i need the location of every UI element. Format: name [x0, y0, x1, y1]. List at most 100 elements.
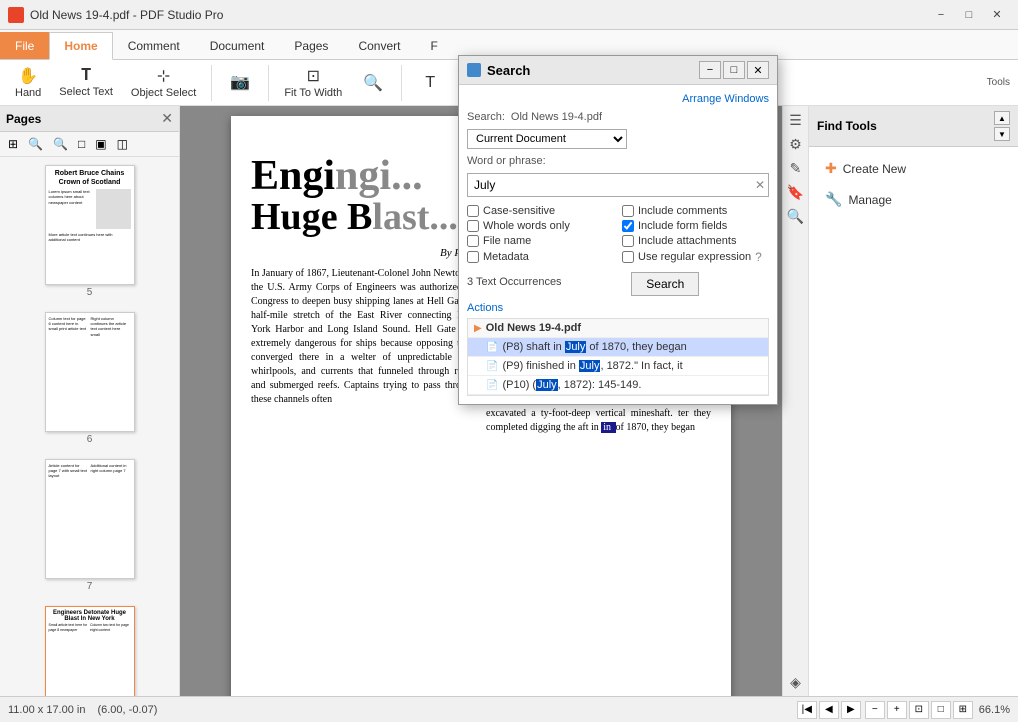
tab-comment[interactable]: Comment: [113, 32, 195, 59]
include-form-fields-check[interactable]: [622, 220, 634, 232]
page-thumbnail-5: Robert Bruce Chains Crown of Scotland Lo…: [45, 165, 135, 285]
file-name-check[interactable]: [467, 235, 479, 247]
maximize-button[interactable]: □: [956, 6, 982, 24]
zoom-fit-button[interactable]: ⊡: [909, 701, 929, 719]
include-comments-check[interactable]: [622, 205, 634, 217]
dialog-minimize[interactable]: −: [699, 61, 721, 79]
option-metadata: Metadata: [467, 250, 614, 264]
result-item-1-text: (P8) shaft in July of 1870, they began: [502, 341, 686, 353]
cursor-coordinates: (6.00, -0.07): [97, 704, 157, 716]
text-icon: T: [425, 74, 435, 92]
regex-check[interactable]: [622, 251, 634, 263]
search-label: Search:: [467, 111, 505, 123]
prev-page-button[interactable]: ◀: [819, 701, 839, 719]
pages-tool-6[interactable]: ◫: [113, 135, 132, 153]
manage-button[interactable]: 🔧 Manage: [817, 186, 1010, 213]
result-group-header[interactable]: ▶ Old News 19-4.pdf: [468, 319, 768, 338]
result-item-2[interactable]: 📄 (P9) finished in July, 1872." In fact,…: [468, 357, 768, 376]
dialog-win-controls: − □ ✕: [699, 61, 769, 79]
right-tool-2[interactable]: ⚙: [786, 134, 806, 154]
result-highlight-2: July: [579, 360, 601, 372]
scope-select[interactable]: Current Document: [467, 129, 627, 149]
status-left: 11.00 x 17.00 in (6.00, -0.07): [8, 704, 157, 716]
zoom-actual-button[interactable]: □: [931, 701, 951, 719]
create-new-button[interactable]: ✚ Create New: [817, 155, 1010, 182]
metadata-check[interactable]: [467, 251, 479, 263]
text-button[interactable]: T: [410, 70, 450, 96]
tab-pages[interactable]: Pages: [279, 32, 343, 59]
pages-tool-3[interactable]: 🔍: [49, 135, 72, 153]
actions-link[interactable]: Actions: [467, 302, 503, 314]
zoom-fit-page-button[interactable]: ⊞: [953, 701, 973, 719]
find-tools-title: Find Tools: [817, 119, 877, 133]
create-new-label: Create New: [843, 162, 906, 176]
pdf-left-col: In January of 1867, Lieutenant-Colonel J…: [251, 267, 476, 435]
close-button[interactable]: ✕: [984, 6, 1010, 24]
status-right: |◀ ◀ ▶ − + ⊡ □ ⊞ 66.1%: [797, 701, 1010, 719]
result-group-label: Old News 19-4.pdf: [486, 322, 581, 334]
search-actions-row: 3 Text Occurrences Search: [467, 272, 769, 296]
tab-document[interactable]: Document: [195, 32, 280, 59]
page-thumb-6[interactable]: Column text for page 6 content here in s…: [4, 308, 175, 449]
find-tools-panel: Find Tools ▲ ▼ ✚ Create New 🔧 Manage: [808, 106, 1018, 696]
find-tools-header: Find Tools ▲ ▼: [809, 106, 1018, 147]
pages-list: Robert Bruce Chains Crown of Scotland Lo…: [0, 157, 179, 696]
dialog-close[interactable]: ✕: [747, 61, 769, 79]
scroll-up-button[interactable]: ▲: [994, 111, 1010, 125]
pages-panel: Pages ✕ ⊞ 🔍 🔍 □ ▣ ◫ Robert Bruce Chains …: [0, 106, 180, 696]
fit-to-width-button[interactable]: ⊡ Fit To Width: [277, 62, 349, 103]
arrange-windows-link[interactable]: Arrange Windows: [467, 93, 769, 105]
pages-tool-5[interactable]: ▣: [91, 135, 110, 153]
page-thumb-5[interactable]: Robert Bruce Chains Crown of Scotland Lo…: [4, 161, 175, 302]
page-num-7: 7: [87, 581, 93, 592]
option-include-attachments: Include attachments: [622, 235, 769, 247]
tab-home[interactable]: Home: [49, 32, 112, 60]
zoom-level: 66.1%: [979, 704, 1010, 716]
page-thumb-7[interactable]: Article content for page 7 with small te…: [4, 455, 175, 596]
first-page-button[interactable]: |◀: [797, 701, 817, 719]
tab-convert[interactable]: Convert: [343, 32, 415, 59]
page-navigation: |◀ ◀ ▶: [797, 701, 861, 719]
regex-help-icon[interactable]: ?: [755, 250, 762, 264]
fit-label: Fit To Width: [284, 87, 342, 99]
page-thumb-8[interactable]: Engineers Detonate Huge Blast In New Yor…: [4, 602, 175, 696]
right-tool-5[interactable]: 🔍: [786, 206, 806, 226]
tab-f[interactable]: F: [415, 32, 452, 59]
pages-tool-2[interactable]: 🔍: [24, 135, 47, 153]
zoom-out-button[interactable]: −: [865, 701, 885, 719]
hand-tool-button[interactable]: ✋ Hand: [8, 62, 48, 103]
result-item-3[interactable]: 📄 (P10) (July, 1872): 145-149.: [468, 376, 768, 395]
right-tool-1[interactable]: ☰: [786, 110, 806, 130]
search-input[interactable]: [467, 173, 769, 197]
option-regex: Use regular expression ?: [622, 250, 769, 264]
right-tool-4[interactable]: 🔖: [786, 182, 806, 202]
zoom-button[interactable]: 🔍: [353, 69, 393, 97]
whole-words-label: Whole words only: [483, 220, 570, 232]
hand-icon: ✋: [18, 66, 38, 86]
pages-panel-close[interactable]: ✕: [161, 110, 173, 127]
scroll-down-button[interactable]: ▼: [994, 127, 1010, 141]
include-attachments-label: Include attachments: [638, 235, 736, 247]
minimize-button[interactable]: −: [928, 6, 954, 24]
snapshot-button[interactable]: 📷: [220, 68, 260, 97]
object-select-button[interactable]: ⊹ Object Select: [124, 62, 203, 103]
right-tool-3[interactable]: ✎: [786, 158, 806, 178]
pages-tool-1[interactable]: ⊞: [4, 135, 22, 153]
page-num-6: 6: [87, 434, 93, 445]
result-item-1[interactable]: 📄 (P8) shaft in July of 1870, they began: [468, 338, 768, 357]
option-include-form-fields: Include form fields: [622, 220, 769, 232]
search-button[interactable]: Search: [631, 272, 699, 296]
right-tool-bottom[interactable]: ◈: [786, 672, 806, 692]
pages-tool-4[interactable]: □: [74, 135, 89, 153]
tab-file[interactable]: File: [0, 32, 49, 59]
include-attachments-check[interactable]: [622, 235, 634, 247]
zoom-in-button[interactable]: +: [887, 701, 907, 719]
next-page-button[interactable]: ▶: [841, 701, 861, 719]
search-clear-button[interactable]: ✕: [755, 178, 765, 192]
dialog-maximize[interactable]: □: [723, 61, 745, 79]
file-name-label: File name: [483, 235, 531, 247]
search-scope-row: Search: Old News 19-4.pdf: [467, 111, 769, 123]
select-text-button[interactable]: 𝐓 Select Text: [52, 63, 120, 102]
case-sensitive-check[interactable]: [467, 205, 479, 217]
whole-words-check[interactable]: [467, 220, 479, 232]
